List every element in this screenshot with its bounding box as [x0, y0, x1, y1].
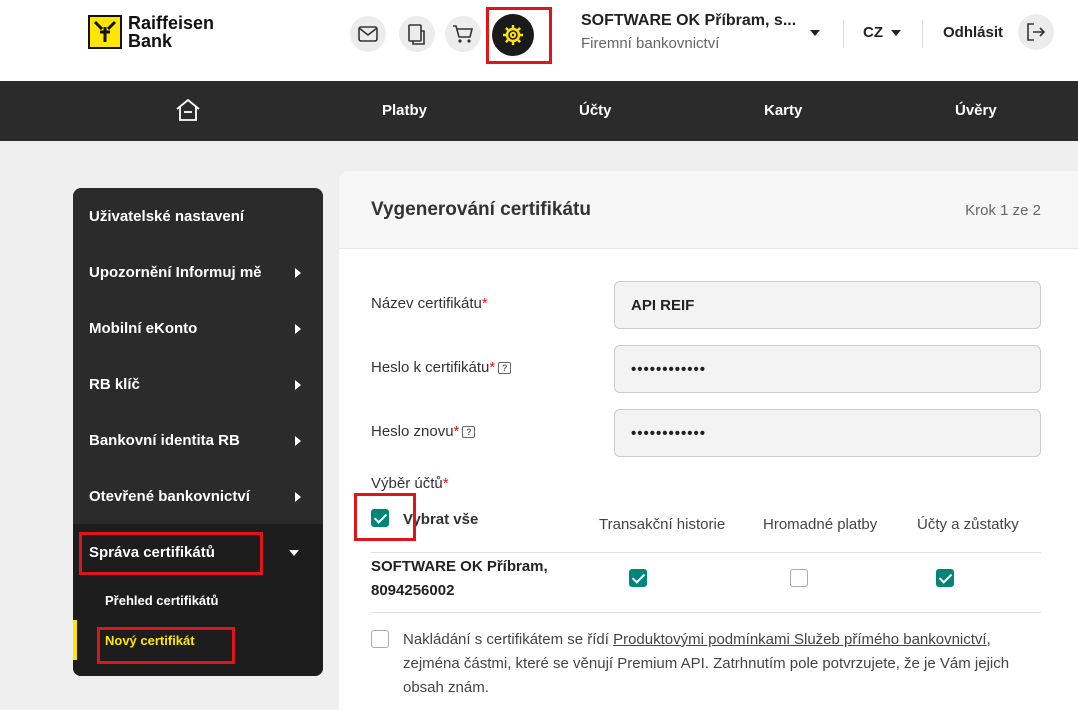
chevron-down-icon[interactable]: [810, 30, 820, 36]
checkbox-transaction-history[interactable]: [629, 569, 647, 587]
language-selector[interactable]: CZ: [863, 24, 883, 41]
sidebar-subitem-cert-overview[interactable]: Přehled certifikátů: [73, 580, 323, 620]
divider: [843, 20, 844, 48]
terms-checkbox[interactable]: [371, 630, 389, 648]
label-text: Výběr účtů: [371, 475, 443, 492]
sidebar-item-rb-key[interactable]: RB klíč: [73, 356, 323, 412]
highlight-settings: [486, 7, 552, 64]
label-text: Název certifikátu: [371, 295, 482, 312]
column-bulk-payments: Hromadné platby: [763, 516, 878, 533]
column-transaction-history: Transakční historie: [599, 516, 726, 533]
company-subtitle: Firemní bankovnictví: [581, 35, 720, 52]
chevron-right-icon: [295, 268, 301, 278]
label-text: Heslo k certifikátu: [371, 359, 490, 376]
checkbox-bulk-payments[interactable]: [790, 569, 808, 587]
cert-password-repeat-input[interactable]: [614, 409, 1041, 457]
chevron-right-icon: [295, 324, 301, 334]
divider: [371, 552, 1041, 553]
home-icon: [176, 98, 200, 121]
divider: [922, 20, 923, 48]
top-header: Raiffeisen Bank SOFTWARE OK Příbram, s..…: [0, 0, 1078, 81]
nav-platby[interactable]: Platby: [382, 102, 427, 119]
bank-logo[interactable]: Raiffeisen Bank: [88, 14, 214, 50]
page-title: Vygenerování certifikátu: [371, 199, 591, 220]
documents-icon: [408, 24, 425, 45]
cert-password-repeat-label: Heslo znovu *?: [371, 423, 476, 440]
company-selector[interactable]: SOFTWARE OK Příbram, s... Firemní bankov…: [581, 12, 796, 52]
sidebar-item-user-settings[interactable]: Uživatelské nastavení: [73, 188, 323, 244]
terms-text-pre: Nakládání s certifikátem se řídí: [403, 631, 614, 648]
sidebar-item-label: Bankovní identita RB: [89, 431, 240, 449]
company-name: SOFTWARE OK Příbram, s...: [581, 12, 797, 29]
required-mark: *: [442, 475, 449, 492]
chevron-down-icon: [289, 550, 299, 556]
account-name: SOFTWARE OK Příbram,: [371, 558, 548, 575]
sidebar-item-label: Uživatelské nastavení: [89, 207, 245, 225]
active-indicator: [73, 620, 77, 660]
terms-link[interactable]: Produktovými podmínkami Služeb přímého b…: [613, 631, 987, 648]
required-mark: *: [453, 423, 460, 440]
highlight-select-all: [354, 493, 416, 541]
step-indicator: Krok 1 ze 2: [965, 202, 1041, 219]
nav-ucty[interactable]: Účty: [579, 102, 612, 119]
sidebar-item-label: Mobilní eKonto: [89, 319, 198, 337]
raiffeisen-logo-icon: [88, 15, 122, 49]
chevron-right-icon: [295, 436, 301, 446]
panel-header: Vygenerování certifikátu Krok 1 ze 2: [339, 171, 1078, 249]
logout-link[interactable]: Odhlásit: [943, 24, 1003, 41]
sidebar-item-open-banking[interactable]: Otevřené bankovnictví: [73, 468, 323, 524]
cert-name-input[interactable]: [614, 281, 1041, 329]
account-row: SOFTWARE OK Příbram, 8094256002: [371, 555, 548, 603]
sidebar-item-label: Upozornění Informuj mě: [89, 263, 262, 281]
chevron-right-icon: [295, 380, 301, 390]
nav-karty[interactable]: Karty: [764, 102, 802, 119]
documents-button[interactable]: [399, 16, 435, 52]
sidebar-item-bank-identity[interactable]: Bankovní identita RB: [73, 412, 323, 468]
cert-password-input[interactable]: [614, 345, 1041, 393]
accounts-label: Výběr účtů *: [371, 475, 449, 492]
certificate-panel: Vygenerování certifikátu Krok 1 ze 2 Náz…: [339, 171, 1078, 710]
sidebar-item-mobile-ekonto[interactable]: Mobilní eKonto: [73, 300, 323, 356]
cert-password-label: Heslo k certifikátu *?: [371, 359, 512, 376]
language-label: CZ: [863, 24, 883, 41]
label-text: Heslo znovu: [371, 423, 454, 440]
sidebar-item-notifications[interactable]: Upozornění Informuj mě: [73, 244, 323, 300]
account-number: 8094256002: [371, 582, 455, 599]
chevron-down-icon[interactable]: [891, 30, 901, 36]
required-mark: *: [481, 295, 488, 312]
brand-line1: Raiffeisen: [128, 13, 215, 33]
bank-logo-text: Raiffeisen Bank: [128, 14, 214, 50]
help-icon[interactable]: ?: [462, 425, 476, 438]
sidebar-item-label: Otevřené bankovnictví: [89, 487, 250, 505]
required-mark: *: [489, 359, 496, 376]
help-icon[interactable]: ?: [498, 361, 512, 374]
cert-name-label: Název certifikátu *: [371, 295, 488, 312]
terms-text: Nakládání s certifikátem se řídí Produkt…: [403, 628, 1043, 700]
column-accounts-balances: Účty a zůstatky: [917, 516, 1019, 533]
settings-sidebar: Uživatelské nastavení Upozornění Informu…: [73, 188, 323, 676]
divider: [371, 612, 1041, 613]
logout-button[interactable]: [1018, 14, 1054, 50]
chevron-right-icon: [295, 492, 301, 502]
logout-icon: [1027, 23, 1046, 41]
cart-icon: [453, 25, 474, 43]
highlight-cert-management: [79, 532, 263, 575]
nav-uvery[interactable]: Úvěry: [955, 102, 997, 119]
cart-button[interactable]: [445, 16, 481, 52]
brand-line2: Bank: [128, 31, 173, 51]
mail-icon: [358, 26, 378, 42]
checkbox-accounts-balances[interactable]: [936, 569, 954, 587]
home-button[interactable]: [175, 98, 201, 127]
mail-button[interactable]: [350, 16, 386, 52]
highlight-new-cert: [97, 627, 235, 664]
sidebar-item-label: RB klíč: [89, 375, 140, 393]
main-navigation: Platby Účty Karty Úvěry: [0, 81, 1078, 141]
